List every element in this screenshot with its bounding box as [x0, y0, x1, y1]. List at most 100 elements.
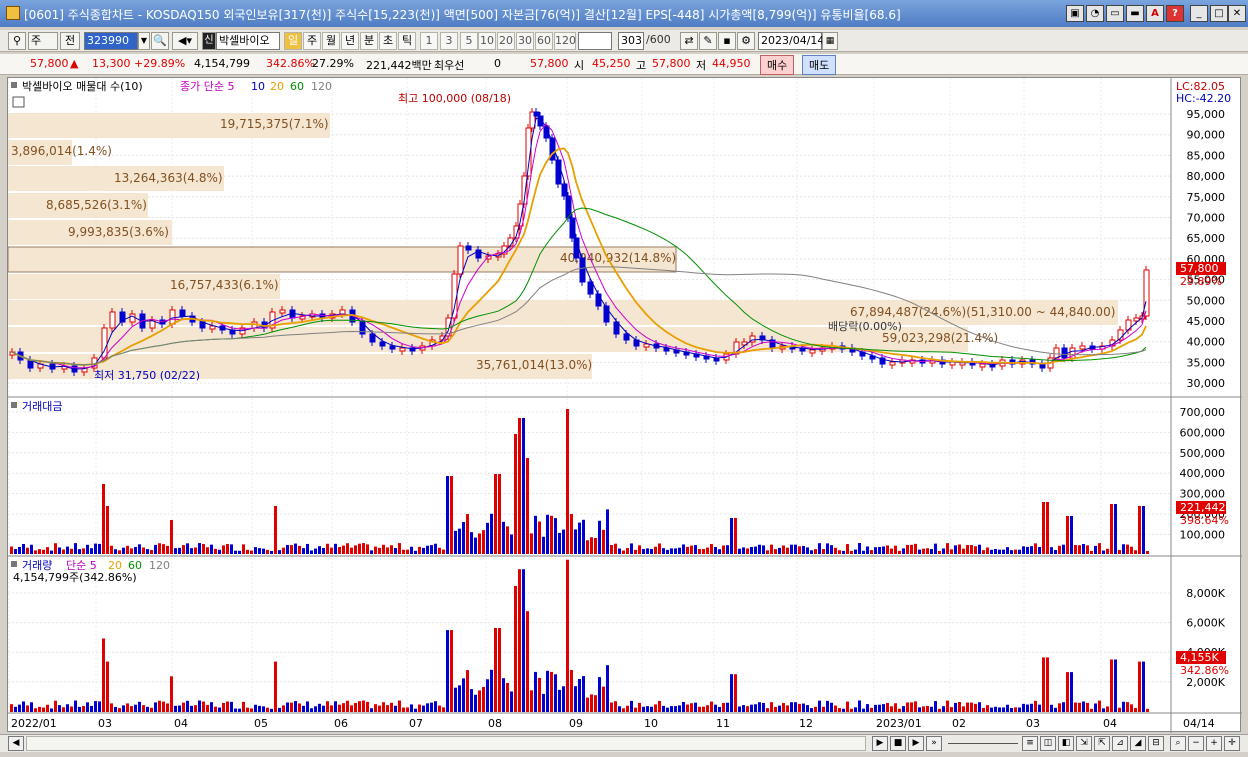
help-icon[interactable]: ? [1166, 5, 1184, 22]
price-panel-title[interactable]: 박셀바이오 매물대 수(10) [22, 80, 143, 93]
calendar-icon[interactable]: ▦ [822, 32, 838, 50]
custom-interval-input[interactable] [578, 32, 612, 50]
amount-bar [666, 549, 669, 554]
amount-bar [214, 548, 217, 554]
window-icon[interactable]: ▭ [1106, 5, 1124, 22]
chart-canvas[interactable]: 19,715,375(7.1%) 3,896,014(1.4%)13,264,36… [7, 78, 1242, 733]
volume-bar [842, 708, 845, 712]
ma-20-label[interactable]: 20 [270, 80, 284, 93]
close-button[interactable]: ✕ [1228, 5, 1246, 22]
tool-8-icon[interactable]: ⊟ [1148, 736, 1164, 751]
amount-bar [1134, 550, 1137, 554]
stock-code-input[interactable]: 323990 [84, 32, 138, 50]
volume-ma-120[interactable]: 120 [149, 559, 170, 572]
ma-60-label[interactable]: 60 [290, 80, 304, 93]
link-icon[interactable]: ▣ [1066, 5, 1084, 22]
price-axis-label: 65,000 [1187, 232, 1226, 245]
panel-handle-icon[interactable] [11, 402, 17, 408]
period-second[interactable]: 초 [379, 32, 397, 50]
tool-6-icon[interactable]: ⊿ [1112, 736, 1128, 751]
tool-icon[interactable]: ✎ [699, 32, 717, 50]
interval-30[interactable]: 30 [516, 32, 534, 50]
chart-area[interactable]: 19,715,375(7.1%) 3,896,014(1.4%) 13,264,36… [7, 77, 1242, 733]
table-icon[interactable] [12, 96, 25, 108]
bar-count-input[interactable]: 303 [618, 32, 644, 50]
amount-bar [1014, 549, 1017, 554]
period-year[interactable]: 년 [341, 32, 359, 50]
tool-7-icon[interactable]: ◢ [1130, 736, 1146, 751]
zoom-out-icon[interactable]: − [1188, 736, 1204, 751]
tool-5-icon[interactable]: ⇱ [1094, 736, 1110, 751]
scroll-right-icon[interactable]: ▶ [872, 736, 888, 751]
volume-bar [450, 630, 453, 712]
type-select[interactable]: 주 [28, 32, 58, 50]
tool-1-icon[interactable]: ≡ [1022, 736, 1038, 751]
save-icon[interactable]: ▪ [718, 32, 736, 50]
volume-bar [86, 702, 89, 712]
period-minute[interactable]: 분 [360, 32, 378, 50]
candle-body [623, 333, 630, 341]
interval-120[interactable]: 120 [554, 32, 576, 50]
interval-3[interactable]: 3 [440, 32, 458, 50]
tool-3-icon[interactable]: ◧ [1058, 736, 1074, 751]
panel-handle-icon[interactable] [11, 561, 17, 567]
refresh-icon[interactable]: ◔ [1086, 5, 1104, 22]
prev-button[interactable]: 전 [60, 32, 80, 50]
amount-bar [114, 549, 117, 554]
interval-5[interactable]: 5 [460, 32, 478, 50]
volume-bar [1098, 700, 1101, 712]
font-icon[interactable]: A [1146, 5, 1164, 22]
fit-icon[interactable]: ✛ [1224, 736, 1240, 751]
play-icon[interactable]: ▶ [908, 736, 924, 751]
interval-60[interactable]: 60 [535, 32, 553, 50]
tool-2-icon[interactable]: ◫ [1040, 736, 1056, 751]
pin-icon[interactable]: ⚲ [8, 32, 26, 50]
zoom-slider[interactable] [948, 743, 1018, 744]
volume-bar [394, 705, 397, 712]
tool-4-icon[interactable]: ⇲ [1076, 736, 1092, 751]
volume-bar [458, 685, 461, 712]
maximize-button[interactable]: □ [1210, 5, 1228, 22]
period-month[interactable]: 월 [322, 32, 340, 50]
stock-name: 박셀바이오 [216, 32, 280, 50]
arrows-icon[interactable]: ⇄ [680, 32, 698, 50]
amount-bar [394, 548, 397, 554]
volume-bar [170, 676, 173, 712]
fast-forward-icon[interactable]: » [926, 736, 942, 751]
code-dropdown-icon[interactable]: ▼ [138, 32, 150, 50]
stop-icon[interactable]: ■ [890, 736, 906, 751]
date-input[interactable]: 2023/04/14 [758, 32, 824, 50]
zoom-in-icon[interactable]: + [1206, 736, 1222, 751]
volume-bar [610, 702, 613, 712]
speaker-icon[interactable]: ◀▾ [172, 32, 198, 50]
ma-label[interactable]: 종가 단순 5 [180, 80, 234, 93]
amount-panel-title[interactable]: 거래대금 [22, 400, 62, 413]
period-week[interactable]: 주 [303, 32, 321, 50]
amount-bar [1030, 546, 1033, 554]
amount-bar [158, 543, 161, 554]
volume-bar [438, 705, 441, 712]
search-icon[interactable]: 🔍 [151, 32, 169, 50]
minimize-button[interactable]: _ [1190, 5, 1208, 22]
candle-body [1061, 347, 1068, 359]
amount-bar [1058, 545, 1061, 554]
sell-button[interactable]: 매도 [802, 55, 837, 75]
ma-120-label[interactable]: 120 [311, 80, 332, 93]
period-day[interactable]: 일 [284, 32, 302, 50]
period-tick[interactable]: 틱 [398, 32, 416, 50]
ma-10-label[interactable]: 10 [251, 80, 265, 93]
volume-bar [1030, 703, 1033, 712]
panel-handle-icon[interactable] [11, 82, 17, 88]
interval-10[interactable]: 10 [478, 32, 496, 50]
settings-icon[interactable]: ⚙ [737, 32, 755, 50]
print-icon[interactable]: ▬ [1126, 5, 1144, 22]
zoom-search-icon[interactable]: ⌕ [1170, 736, 1186, 751]
volume-bar [254, 704, 257, 712]
volume-bar [838, 708, 841, 712]
buy-button[interactable]: 매수 [760, 55, 795, 75]
scroll-track[interactable] [26, 736, 866, 751]
scroll-left-icon[interactable]: ◀ [8, 736, 24, 751]
interval-1[interactable]: 1 [420, 32, 438, 50]
interval-20[interactable]: 20 [497, 32, 515, 50]
candle-body [399, 347, 406, 352]
